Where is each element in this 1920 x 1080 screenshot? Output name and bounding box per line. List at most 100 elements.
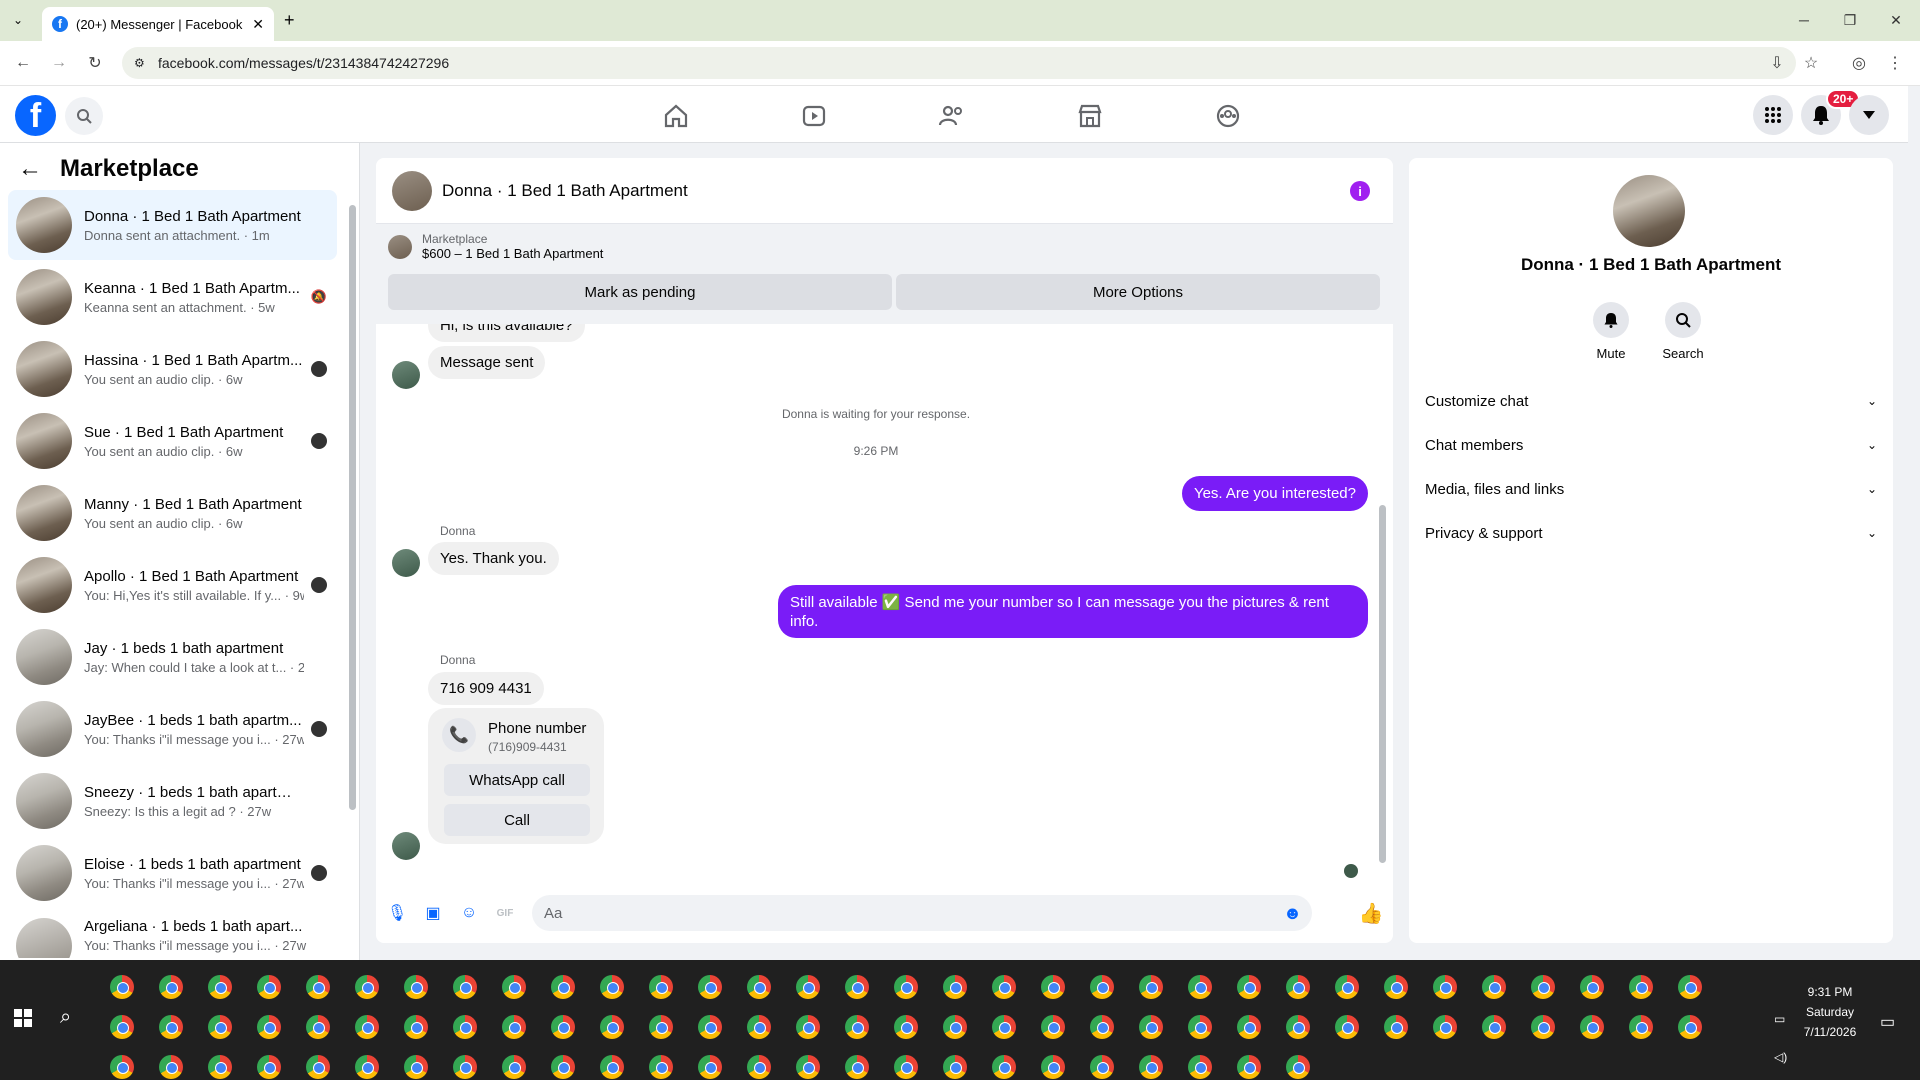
chrome-taskbar-icon[interactable] — [1188, 1015, 1212, 1039]
chrome-taskbar-icon[interactable] — [159, 1015, 183, 1039]
microphone-icon[interactable]: 🎙 — [386, 902, 408, 924]
conversation-item[interactable]: Manny · 1 Bed 1 Bath Apartment You sent a… — [8, 478, 337, 548]
chrome-taskbar-icon[interactable] — [159, 975, 183, 999]
chrome-taskbar-icon[interactable] — [1580, 1015, 1604, 1039]
conversation-item[interactable]: JayBee · 1 beds 1 bath apartm... You: Tha… — [8, 694, 337, 764]
chrome-taskbar-icon[interactable] — [1629, 975, 1653, 999]
chrome-taskbar-icon[interactable] — [404, 1015, 428, 1039]
chat-members-section[interactable]: Chat members ⌄ — [1425, 427, 1877, 463]
chrome-taskbar-icon[interactable] — [159, 1055, 183, 1079]
customize-chat-section[interactable]: Customize chat ⌄ — [1425, 383, 1877, 419]
chrome-taskbar-icon[interactable] — [698, 1015, 722, 1039]
chrome-taskbar-icon[interactable] — [1482, 975, 1506, 999]
chrome-taskbar-icon[interactable] — [796, 1015, 820, 1039]
chrome-taskbar-icon[interactable] — [1090, 975, 1114, 999]
tab-list-icon[interactable]: ⌄ — [8, 10, 28, 30]
message-input[interactable]: Aa ☻ — [532, 895, 1312, 931]
chrome-taskbar-icon[interactable] — [1531, 975, 1555, 999]
chrome-taskbar-icon[interactable] — [1041, 1015, 1065, 1039]
chrome-taskbar-icon[interactable] — [698, 1055, 722, 1079]
account-dropdown-icon[interactable] — [1849, 95, 1889, 135]
video-icon[interactable] — [798, 100, 830, 132]
profile-avatar[interactable] — [1613, 175, 1685, 247]
chrome-taskbar-icon[interactable] — [1286, 1055, 1310, 1079]
emoji-icon[interactable]: ☻ — [1283, 903, 1302, 924]
chrome-taskbar-icon[interactable] — [306, 1015, 330, 1039]
gif-icon[interactable]: GIF — [494, 902, 516, 924]
search-icon[interactable] — [65, 97, 103, 135]
chrome-taskbar-icon[interactable] — [1188, 975, 1212, 999]
chrome-taskbar-icon[interactable] — [1384, 975, 1408, 999]
chrome-taskbar-icon[interactable] — [1090, 1055, 1114, 1079]
chrome-taskbar-icon[interactable] — [845, 1055, 869, 1079]
chrome-taskbar-icon[interactable] — [1041, 975, 1065, 999]
chrome-taskbar-icon[interactable] — [306, 975, 330, 999]
chrome-taskbar-icon[interactable] — [894, 975, 918, 999]
chat-scrollbar[interactable] — [1379, 505, 1386, 863]
restore-icon[interactable]: ❐ — [1830, 8, 1870, 32]
chrome-taskbar-icon[interactable] — [1139, 1015, 1163, 1039]
browser-tab[interactable]: f (20+) Messenger | Facebook ✕ — [42, 7, 274, 41]
chrome-taskbar-icon[interactable] — [649, 975, 673, 999]
install-app-icon[interactable]: ⇩ — [1766, 52, 1788, 74]
chrome-taskbar-icon[interactable] — [943, 1015, 967, 1039]
chrome-taskbar-icon[interactable] — [502, 1015, 526, 1039]
bookmark-star-icon[interactable]: ☆ — [1800, 52, 1822, 74]
privacy-support-section[interactable]: Privacy & support ⌄ — [1425, 515, 1877, 551]
chrome-taskbar-icon[interactable] — [1629, 1015, 1653, 1039]
chrome-taskbar-icon[interactable] — [1531, 1015, 1555, 1039]
address-bar[interactable]: ⚙ facebook.com/messages/t/23143847424272… — [122, 47, 1796, 79]
more-options-button[interactable]: More Options — [896, 274, 1380, 310]
notification-center-icon[interactable]: ▭ — [1880, 1012, 1895, 1032]
thumbs-up-icon[interactable]: 👍 — [1359, 902, 1384, 925]
back-icon[interactable]: ← — [12, 52, 34, 74]
back-arrow-icon[interactable]: ← — [18, 155, 42, 183]
chrome-taskbar-icon[interactable] — [1237, 1015, 1261, 1039]
chrome-taskbar-icon[interactable] — [943, 1055, 967, 1079]
chrome-taskbar-icon[interactable] — [502, 1055, 526, 1079]
chrome-taskbar-icon[interactable] — [355, 975, 379, 999]
conversation-item[interactable]: Jay · 1 beds 1 bath apartment Jay: When c… — [8, 622, 337, 692]
chrome-taskbar-icon[interactable] — [796, 975, 820, 999]
conversation-item[interactable]: Donna · 1 Bed 1 Bath Apartment Donna sent… — [8, 190, 337, 260]
chrome-taskbar-icon[interactable] — [502, 975, 526, 999]
menu-grid-icon[interactable] — [1753, 95, 1793, 135]
chrome-taskbar-icon[interactable] — [1041, 1055, 1065, 1079]
chrome-taskbar-icon[interactable] — [1139, 975, 1163, 999]
chrome-taskbar-icon[interactable] — [551, 1015, 575, 1039]
taskbar-search-icon[interactable]: ⌕ — [60, 1006, 71, 1029]
minimize-icon[interactable]: ─ — [1784, 8, 1824, 32]
info-icon[interactable]: i — [1350, 181, 1370, 201]
mute-button[interactable]: Mute — [1581, 302, 1641, 361]
chrome-taskbar-icon[interactable] — [110, 1015, 134, 1039]
chrome-taskbar-icon[interactable] — [1433, 1015, 1457, 1039]
conversation-item[interactable]: Eloise · 1 beds 1 bath apartment You: Tha… — [8, 838, 337, 908]
whatsapp-call-button[interactable]: WhatsApp call — [444, 764, 590, 796]
browser-menu-icon[interactable]: ⋮ — [1884, 52, 1906, 74]
listing-info[interactable]: Marketplace $600 – 1 Bed 1 Bath Apartment — [388, 232, 603, 261]
chrome-taskbar-icon[interactable] — [600, 1015, 624, 1039]
chrome-taskbar-icon[interactable] — [1237, 975, 1261, 999]
site-info-icon[interactable]: ⚙ — [134, 56, 145, 70]
new-tab-icon[interactable]: + — [284, 10, 295, 31]
taskbar-app-icons[interactable] — [110, 965, 1770, 1079]
chrome-taskbar-icon[interactable] — [992, 975, 1016, 999]
chrome-taskbar-icon[interactable] — [404, 1055, 428, 1079]
volume-icon[interactable]: ◁) — [1774, 1050, 1787, 1064]
chrome-taskbar-icon[interactable] — [894, 1015, 918, 1039]
close-window-icon[interactable]: ✕ — [1876, 8, 1916, 32]
chrome-taskbar-icon[interactable] — [992, 1015, 1016, 1039]
chrome-taskbar-icon[interactable] — [404, 975, 428, 999]
chrome-taskbar-icon[interactable] — [845, 1015, 869, 1039]
windows-start-icon[interactable] — [14, 1009, 32, 1027]
chat-title[interactable]: Donna · 1 Bed 1 Bath Apartment — [442, 181, 688, 201]
search-button[interactable]: Search — [1653, 302, 1713, 361]
chrome-taskbar-icon[interactable] — [1433, 975, 1457, 999]
chrome-taskbar-icon[interactable] — [600, 1055, 624, 1079]
conversation-item[interactable]: Apollo · 1 Bed 1 Bath Apartment You: Hi,Y… — [8, 550, 337, 620]
chrome-taskbar-icon[interactable] — [1335, 1015, 1359, 1039]
chrome-taskbar-icon[interactable] — [355, 1055, 379, 1079]
facebook-logo-icon[interactable]: f — [15, 95, 56, 136]
chrome-taskbar-icon[interactable] — [1139, 1055, 1163, 1079]
sticker-icon[interactable]: ☺ — [458, 902, 480, 924]
